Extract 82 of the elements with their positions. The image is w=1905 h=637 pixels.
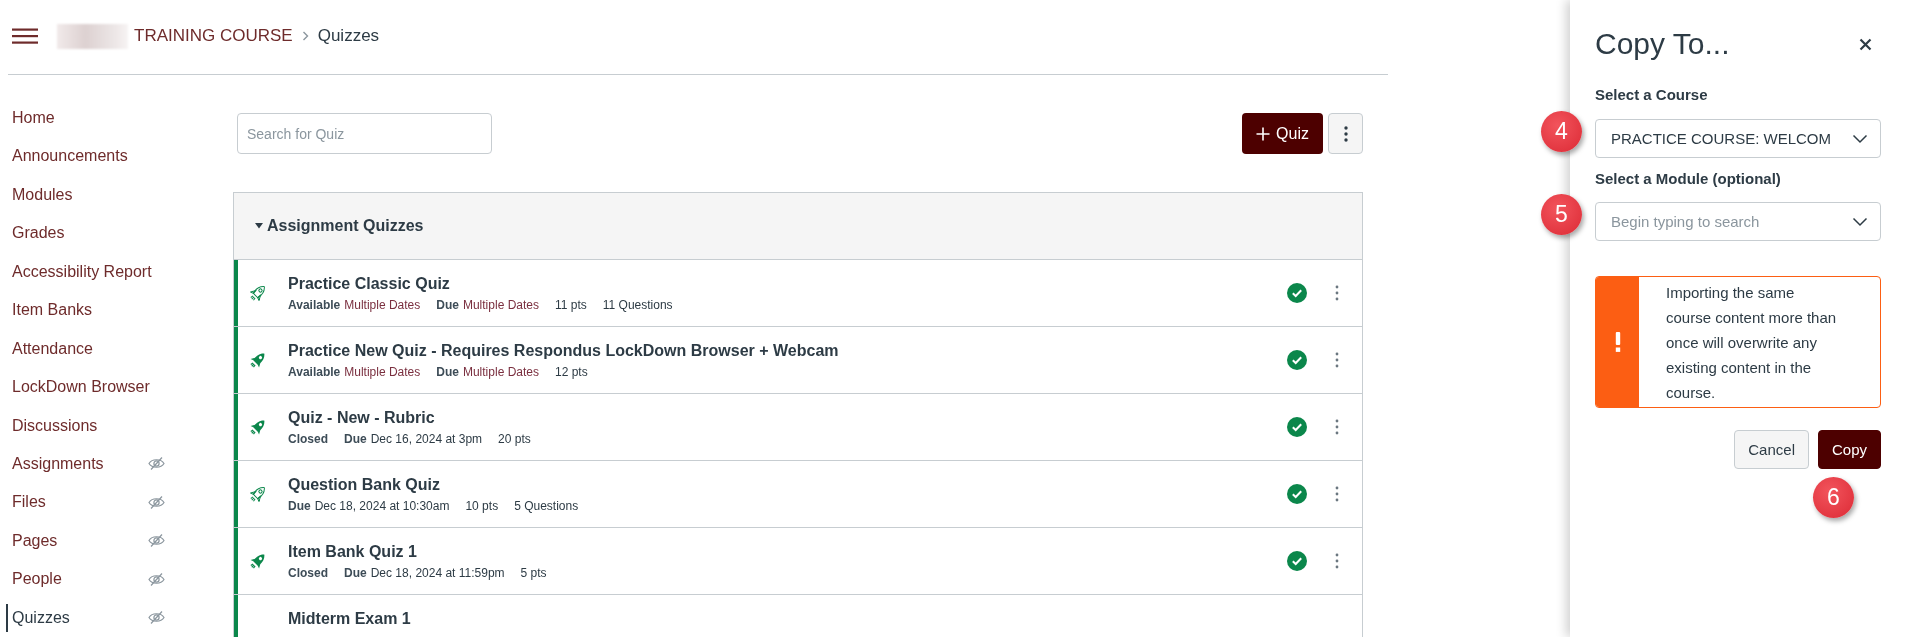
meta-value: 10 pts bbox=[465, 497, 499, 514]
nav-link[interactable]: Pages bbox=[6, 526, 165, 555]
more-options-button[interactable] bbox=[1328, 113, 1363, 154]
meta-label: Available bbox=[288, 296, 341, 313]
meta-value: 20 pts bbox=[498, 430, 531, 447]
search-field[interactable]: Search for Quiz bbox=[237, 113, 492, 154]
chevron-right-icon bbox=[301, 31, 309, 41]
meta-value: 5 pts bbox=[520, 564, 547, 581]
meta-value: 12 pts bbox=[555, 363, 588, 380]
quiz-title-link[interactable]: Midterm Exam 1 bbox=[288, 609, 411, 629]
nav-link[interactable]: Grades bbox=[6, 219, 165, 248]
meta-label: Closed bbox=[288, 430, 328, 447]
confirm-button[interactable]: Copy bbox=[1817, 430, 1881, 469]
meta-label: Due bbox=[436, 363, 459, 380]
kebab-icon bbox=[1335, 419, 1339, 435]
section-header[interactable]: Assignment Quizzes bbox=[234, 193, 1362, 260]
nav-link[interactable]: Modules bbox=[6, 180, 165, 209]
kebab-icon bbox=[1343, 125, 1348, 142]
kebab-icon bbox=[1335, 486, 1339, 502]
field-label: Select a Course bbox=[1595, 85, 1709, 105]
blurred-area bbox=[57, 23, 128, 49]
published-check-icon[interactable] bbox=[1287, 283, 1307, 303]
chevron-down-icon bbox=[1852, 133, 1868, 144]
meta-label: Due bbox=[344, 430, 367, 447]
chevron-down-icon bbox=[1852, 217, 1868, 227]
nav-link[interactable]: Home bbox=[6, 104, 165, 132]
nav-link[interactable]: Attendance bbox=[6, 334, 165, 363]
dates-link[interactable]: Multiple Dates bbox=[344, 363, 421, 380]
current-page-title: Quizzes bbox=[317, 26, 380, 46]
nav-link[interactable]: Assignments bbox=[6, 449, 165, 478]
kebab-icon bbox=[1335, 553, 1339, 569]
published-check-icon[interactable] bbox=[1287, 350, 1307, 370]
step-marker: 5 bbox=[1541, 194, 1582, 235]
nav-link[interactable]: LockDown Browser bbox=[6, 373, 165, 402]
quiz-title-link[interactable]: Item Bank Quiz 1 bbox=[288, 541, 417, 562]
close-icon[interactable] bbox=[1859, 37, 1872, 51]
rocket-outline-icon bbox=[248, 283, 268, 303]
meta-value: Dec 16, 2024 at 3pm bbox=[370, 430, 483, 447]
published-check-icon[interactable] bbox=[1287, 551, 1307, 571]
nav-link[interactable]: People bbox=[6, 565, 165, 594]
meta-label: Closed bbox=[288, 564, 328, 581]
section-title: Assignment Quizzes bbox=[267, 217, 424, 235]
quiz-title-link[interactable]: Practice New Quiz - Requires Respondus LockDown Browser + Webcam bbox=[288, 340, 839, 361]
field-label: Select a Module (optional) bbox=[1595, 169, 1782, 189]
course-select[interactable]: PRACTICE COURSE: WELCOM bbox=[1595, 119, 1881, 158]
published-check-icon[interactable] bbox=[1287, 484, 1307, 504]
meta-label: Due bbox=[288, 497, 311, 514]
meta-value: 11 Questions bbox=[602, 296, 673, 313]
cancel-button[interactable]: Cancel bbox=[1734, 430, 1809, 469]
nav-link[interactable]: Discussions bbox=[6, 411, 165, 440]
kebab-icon bbox=[1335, 352, 1339, 368]
meta-value: Dec 18, 2024 at 10:30am bbox=[314, 497, 450, 514]
dates-link[interactable]: Multiple Dates bbox=[462, 296, 539, 313]
quiz-title-link[interactable]: Question Bank Quiz bbox=[288, 474, 440, 495]
meta-value: Dec 18, 2024 at 11:59pm bbox=[370, 564, 505, 581]
meta-value: 11 pts bbox=[555, 296, 587, 313]
nav-link[interactable]: Accessibility Report bbox=[6, 257, 165, 286]
tray-title: Copy To... bbox=[1595, 26, 1730, 62]
meta-label: Available bbox=[288, 363, 341, 380]
add-quiz-button[interactable]: Quiz bbox=[1242, 113, 1323, 154]
dates-link[interactable]: Multiple Dates bbox=[344, 296, 421, 313]
kebab-icon bbox=[1335, 285, 1339, 301]
dates-link[interactable]: Multiple Dates bbox=[462, 363, 539, 380]
quiz-title-link[interactable]: Practice Classic Quiz bbox=[288, 273, 450, 294]
rocket-outline-icon bbox=[248, 484, 268, 504]
module-search-field[interactable]: Begin typing to search bbox=[1595, 202, 1881, 241]
step-marker: 4 bbox=[1541, 111, 1582, 152]
plus-icon bbox=[1256, 126, 1271, 141]
nav-link[interactable]: Item Banks bbox=[6, 296, 165, 325]
caret-down-icon[interactable] bbox=[255, 223, 263, 229]
quiz-title-link[interactable]: Quiz - New - Rubric bbox=[288, 407, 435, 428]
nav-link[interactable]: Files bbox=[6, 488, 165, 517]
meta-label: Due bbox=[436, 296, 459, 313]
menu-icon[interactable] bbox=[12, 28, 38, 44]
meta-label: Due bbox=[344, 564, 367, 581]
warning-message: Importing the same course content more than once will overwrite any existing content in the course. bbox=[1665, 283, 1838, 403]
step-marker: 6 bbox=[1812, 477, 1854, 518]
meta-value: 5 Questions bbox=[514, 497, 579, 514]
nav-link[interactable]: Announcements bbox=[6, 142, 165, 171]
published-check-icon[interactable] bbox=[1287, 417, 1307, 437]
nav-link[interactable]: Quizzes bbox=[6, 603, 165, 632]
breadcrumb-link[interactable]: TRAINING COURSE bbox=[134, 26, 293, 46]
